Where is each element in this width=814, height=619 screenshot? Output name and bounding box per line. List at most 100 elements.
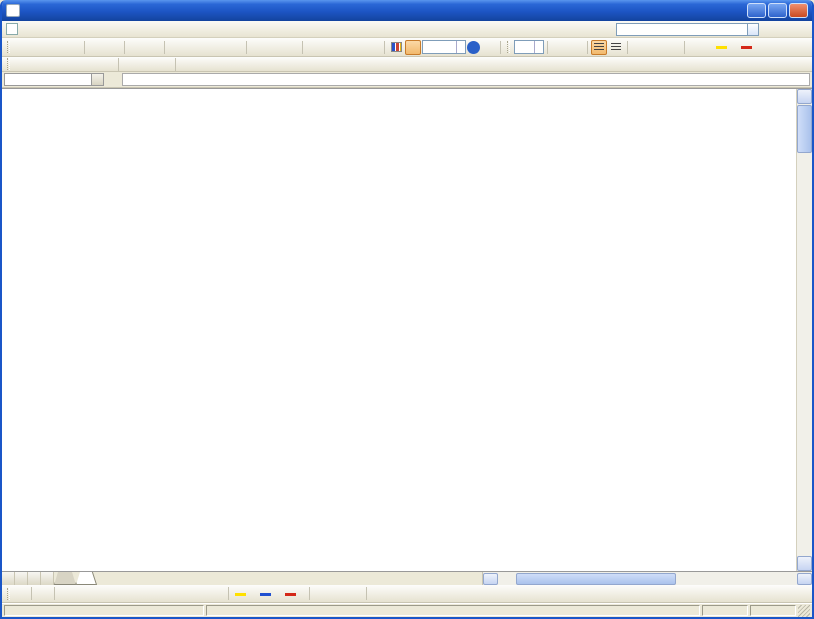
question-dropdown-icon[interactable] — [748, 23, 759, 36]
menu-window[interactable] — [120, 28, 134, 30]
menu-insert[interactable] — [64, 28, 78, 30]
line-tool-icon[interactable] — [73, 586, 89, 601]
line-style-icon[interactable] — [313, 586, 329, 601]
comma-style-icon[interactable] — [631, 40, 647, 55]
workbook-minimize-button[interactable] — [762, 23, 776, 35]
line-color-icon[interactable] — [257, 586, 273, 601]
scroll-up-icon[interactable] — [797, 89, 812, 104]
name-box[interactable] — [4, 73, 92, 86]
horizontal-scroll-thumb[interactable] — [516, 573, 676, 585]
toolbar-grip[interactable] — [7, 41, 10, 53]
save-icon[interactable] — [48, 40, 64, 55]
workbook-icon[interactable] — [6, 23, 18, 35]
arrow-style-icon[interactable] — [347, 586, 363, 601]
shadow-style-icon[interactable] — [370, 586, 386, 601]
review-folder-icon[interactable] — [14, 58, 30, 70]
format-painter-icon[interactable] — [227, 40, 243, 55]
scroll-left-icon[interactable] — [483, 573, 498, 585]
review-comment-icon[interactable] — [65, 58, 81, 70]
arrow-tool-icon[interactable] — [90, 586, 106, 601]
review-next-icon[interactable] — [48, 58, 64, 70]
wordart-icon[interactable] — [158, 586, 174, 601]
menu-tools[interactable] — [92, 28, 106, 30]
permission-icon[interactable] — [65, 40, 81, 55]
maximize-button[interactable] — [768, 3, 787, 18]
align-left-button[interactable] — [591, 40, 607, 55]
select-objects-icon[interactable] — [35, 586, 51, 601]
review-previous-icon[interactable] — [31, 58, 47, 70]
new-icon[interactable] — [14, 40, 30, 55]
first-sheet-icon[interactable] — [2, 572, 15, 585]
align-center-button[interactable] — [608, 40, 624, 55]
autosum-icon[interactable] — [323, 40, 339, 55]
toolbar-grip[interactable] — [7, 58, 10, 70]
fill-color-icon[interactable] — [232, 586, 248, 601]
help-icon[interactable] — [467, 41, 480, 54]
menu-file[interactable] — [22, 28, 36, 30]
diagram-icon[interactable] — [175, 586, 191, 601]
menu-view[interactable] — [50, 28, 64, 30]
minimize-button[interactable] — [747, 3, 766, 18]
review-save-icon[interactable] — [139, 58, 155, 70]
dash-style-icon[interactable] — [330, 586, 346, 601]
copy-icon[interactable] — [185, 40, 201, 55]
name-box-dropdown-icon[interactable] — [92, 73, 104, 86]
tab-template[interactable] — [54, 572, 76, 585]
toolbar-grip[interactable] — [7, 588, 10, 600]
undo-icon[interactable] — [250, 40, 266, 55]
custom-addin-icon[interactable] — [481, 40, 497, 55]
borders-icon[interactable] — [688, 40, 704, 55]
research-icon[interactable] — [145, 40, 161, 55]
menu-format[interactable] — [78, 28, 92, 30]
spelling-icon[interactable] — [128, 40, 144, 55]
scroll-down-icon[interactable] — [797, 556, 812, 571]
fill-color-icon[interactable] — [713, 40, 729, 55]
vertical-scroll-thumb[interactable] — [797, 105, 812, 153]
review-accept-icon[interactable] — [122, 58, 138, 70]
scroll-right-icon[interactable] — [797, 573, 812, 585]
bold-button[interactable] — [551, 40, 567, 55]
paste-icon[interactable] — [202, 40, 218, 55]
3d-style-icon[interactable] — [387, 586, 403, 601]
zoom-select[interactable] — [422, 40, 466, 54]
resize-grip[interactable] — [798, 605, 810, 617]
toolbar-grip[interactable] — [507, 41, 510, 53]
open-icon[interactable] — [31, 40, 47, 55]
font-color-icon[interactable] — [738, 40, 754, 55]
underline-button[interactable] — [568, 40, 584, 55]
review-send-icon[interactable] — [156, 58, 172, 70]
chart-wizard-icon[interactable] — [388, 40, 404, 55]
next-sheet-icon[interactable] — [28, 572, 41, 585]
review-delete-icon[interactable] — [99, 58, 115, 70]
cut-icon[interactable] — [168, 40, 184, 55]
text-box-icon[interactable] — [141, 586, 157, 601]
redo-icon[interactable] — [275, 40, 291, 55]
font-size-dropdown-icon[interactable] — [534, 41, 541, 53]
decrease-decimal-icon[interactable] — [665, 40, 681, 55]
clip-art-icon[interactable] — [192, 586, 208, 601]
print-icon[interactable] — [88, 40, 104, 55]
horizontal-scrollbar[interactable] — [482, 572, 812, 585]
close-button[interactable] — [789, 3, 808, 18]
font-size-select[interactable] — [514, 40, 544, 54]
workbook-restore-button[interactable] — [779, 23, 793, 35]
insert-hyperlink-icon[interactable] — [306, 40, 322, 55]
drawing-toggle-icon[interactable] — [405, 40, 421, 55]
menu-edit[interactable] — [36, 28, 50, 30]
oval-tool-icon[interactable] — [124, 586, 140, 601]
workbook-close-button[interactable] — [796, 23, 810, 35]
font-color-icon[interactable] — [282, 586, 298, 601]
review-mail-icon[interactable] — [82, 58, 98, 70]
rectangle-tool-icon[interactable] — [107, 586, 123, 601]
insert-picture-icon[interactable] — [209, 586, 225, 601]
last-sheet-icon[interactable] — [41, 572, 54, 585]
zoom-dropdown-icon[interactable] — [456, 41, 463, 53]
sort-descending-icon[interactable] — [365, 40, 381, 55]
menu-data[interactable] — [106, 28, 120, 30]
menu-help[interactable] — [134, 28, 148, 30]
type-a-question-input[interactable] — [616, 23, 748, 36]
formula-input[interactable] — [122, 73, 810, 86]
sort-ascending-icon[interactable] — [348, 40, 364, 55]
print-preview-icon[interactable] — [105, 40, 121, 55]
vertical-scrollbar[interactable] — [796, 89, 812, 571]
